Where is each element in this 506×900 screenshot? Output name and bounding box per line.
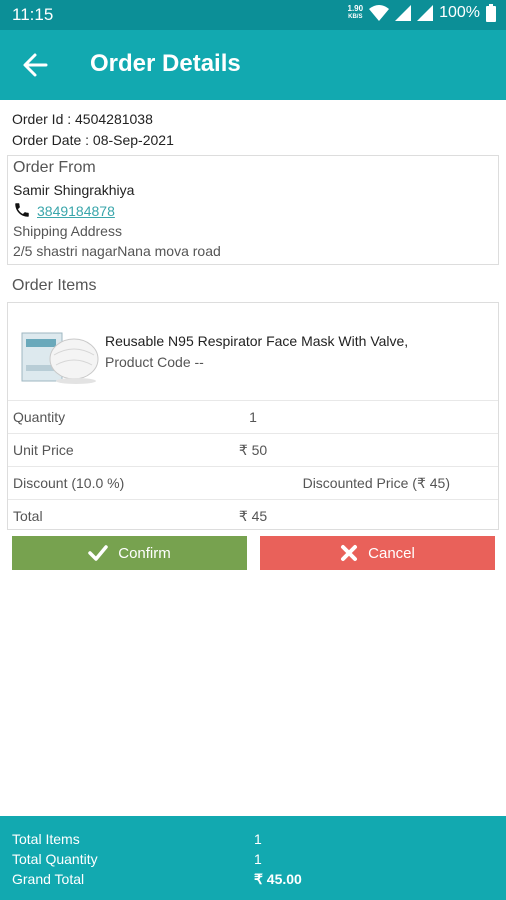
total-quantity-value: 1 bbox=[254, 851, 262, 867]
order-id: Order Id : 4504281038 bbox=[12, 111, 153, 127]
unit-price-row: Unit Price ₹ 50 bbox=[8, 433, 498, 466]
discount-row: Discount (10.0 %) Discounted Price (₹ 45… bbox=[8, 466, 498, 499]
phone-icon bbox=[15, 203, 29, 217]
page-title: Order Details bbox=[90, 50, 241, 77]
customer-name: Samir Shingrakhiya bbox=[13, 182, 135, 198]
shipping-address: 2/5 shastri nagarNana mova road bbox=[13, 243, 221, 259]
app-bar: Order Details bbox=[0, 30, 506, 100]
signal-icon-2 bbox=[417, 5, 434, 21]
grand-total-label: Grand Total bbox=[12, 871, 85, 887]
order-date: Order Date : 08-Sep-2021 bbox=[12, 132, 174, 148]
grand-total-value: ₹ 45.00 bbox=[254, 871, 302, 887]
grand-total-row: Grand Total ₹ 45.00 bbox=[12, 871, 492, 887]
cancel-button[interactable]: Cancel bbox=[260, 536, 495, 570]
discounted-price: Discounted Price (₹ 45) bbox=[302, 475, 450, 491]
confirm-label: Confirm bbox=[118, 544, 171, 562]
close-icon bbox=[341, 545, 358, 561]
total-items-row: Total Items 1 bbox=[12, 831, 492, 847]
order-items-title: Order Items bbox=[12, 277, 97, 294]
order-details-content: Order Id : 4504281038 Order Date : 08-Se… bbox=[0, 100, 506, 816]
total-items-value: 1 bbox=[254, 831, 262, 847]
network-speed-value: 1.90 bbox=[347, 4, 364, 13]
total-value: ₹ 45 bbox=[238, 508, 268, 524]
order-from-card: Order From Samir Shingrakhiya 3849184878… bbox=[7, 155, 499, 265]
total-items-label: Total Items bbox=[12, 831, 80, 847]
order-item-card: Reusable N95 Respirator Face Mask With V… bbox=[7, 302, 499, 530]
product-image bbox=[21, 332, 99, 384]
network-speed: 1.90 KB/S bbox=[348, 5, 364, 21]
network-speed-unit: KB/S bbox=[348, 14, 363, 20]
total-quantity-label: Total Quantity bbox=[12, 851, 98, 867]
status-time: 11:15 bbox=[12, 5, 54, 24]
status-bar: 11:15 1.90 KB/S 100% bbox=[0, 0, 506, 30]
wifi-icon bbox=[369, 5, 390, 21]
status-icons: 1.90 KB/S 100% bbox=[348, 4, 496, 22]
confirm-button[interactable]: Confirm bbox=[12, 536, 247, 570]
shipping-address-label: Shipping Address bbox=[13, 223, 122, 239]
signal-icon bbox=[395, 5, 412, 21]
checkmark-icon bbox=[88, 545, 108, 561]
product-code: Product Code -- bbox=[105, 354, 204, 370]
battery-icon bbox=[486, 4, 496, 22]
total-row: Total ₹ 45 bbox=[8, 499, 498, 532]
order-summary-footer: Total Items 1 Total Quantity 1 Grand Tot… bbox=[0, 816, 506, 900]
quantity-value: 1 bbox=[249, 409, 257, 425]
quantity-row: Quantity 1 bbox=[8, 400, 498, 433]
product-name: Reusable N95 Respirator Face Mask With V… bbox=[105, 333, 409, 349]
total-quantity-row: Total Quantity 1 bbox=[12, 851, 492, 867]
discount-label: Discount (10.0 %) bbox=[13, 475, 125, 491]
cancel-label: Cancel bbox=[368, 544, 415, 562]
battery-level: 100% bbox=[439, 4, 480, 21]
customer-phone-link[interactable]: 3849184878 bbox=[37, 203, 115, 219]
unit-price-value: ₹ 50 bbox=[238, 442, 268, 458]
back-arrow-icon[interactable] bbox=[22, 52, 48, 78]
order-from-title: Order From bbox=[13, 159, 96, 176]
